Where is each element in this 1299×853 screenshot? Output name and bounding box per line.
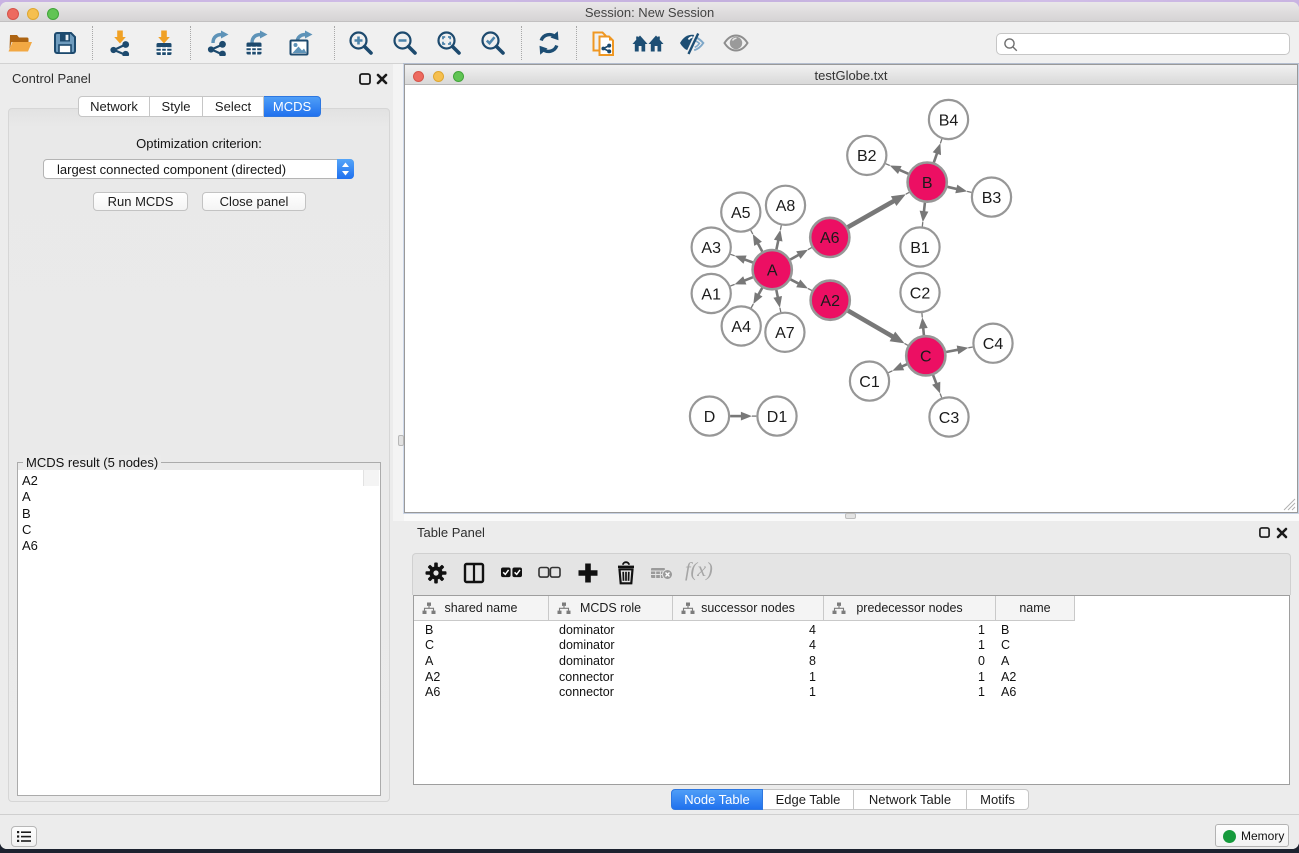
svg-text:B: B bbox=[922, 175, 933, 192]
svg-text:C1: C1 bbox=[859, 374, 880, 391]
svg-text:A7: A7 bbox=[775, 325, 795, 342]
svg-text:A6: A6 bbox=[820, 230, 840, 247]
svg-text:A1: A1 bbox=[701, 286, 721, 303]
svg-text:B4: B4 bbox=[939, 112, 959, 129]
svg-text:B3: B3 bbox=[982, 190, 1002, 207]
svg-text:C3: C3 bbox=[939, 410, 960, 427]
svg-text:D: D bbox=[704, 409, 716, 426]
svg-text:A3: A3 bbox=[701, 240, 721, 257]
svg-text:A4: A4 bbox=[731, 319, 751, 336]
svg-text:C4: C4 bbox=[983, 336, 1004, 353]
svg-text:C2: C2 bbox=[910, 285, 931, 302]
svg-text:A2: A2 bbox=[820, 293, 840, 310]
svg-text:C: C bbox=[920, 349, 932, 366]
svg-text:B2: B2 bbox=[857, 148, 877, 165]
svg-text:A5: A5 bbox=[731, 205, 751, 222]
svg-text:A: A bbox=[767, 262, 778, 279]
svg-text:A8: A8 bbox=[776, 198, 796, 215]
svg-text:D1: D1 bbox=[767, 409, 788, 426]
svg-text:B1: B1 bbox=[910, 240, 930, 257]
